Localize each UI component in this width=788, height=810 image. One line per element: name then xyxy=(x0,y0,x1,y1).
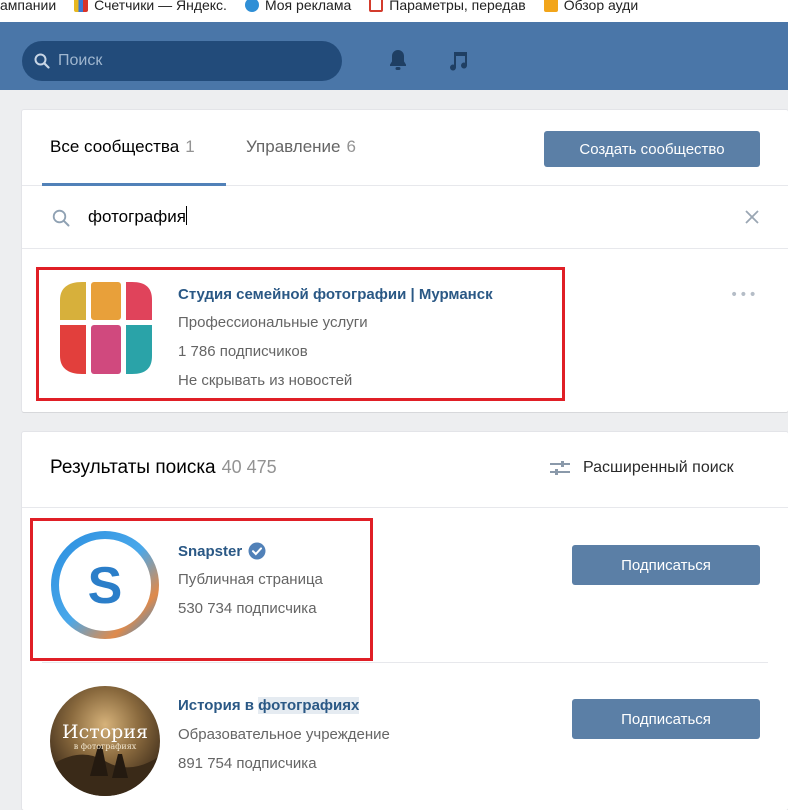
divider xyxy=(42,662,768,663)
global-search-placeholder: Поиск xyxy=(58,52,103,69)
more-actions-icon[interactable]: ••• xyxy=(730,287,758,303)
bookmark-campaigns[interactable]: ампании xyxy=(0,0,56,13)
advanced-search-button[interactable]: Расширенный поиск xyxy=(549,459,734,477)
top-header: Поиск xyxy=(0,22,788,90)
history-logo[interactable]: История в фотографиях xyxy=(50,686,160,796)
subscribe-button[interactable]: Подписаться xyxy=(572,699,760,739)
community-search-row: фотография xyxy=(22,187,788,249)
search-icon xyxy=(52,209,70,227)
bookmark-counters[interactable]: Счетчики — Яндекс. xyxy=(74,0,227,13)
history-subscribers[interactable]: 891 754 подписчика xyxy=(178,755,317,772)
bar-chart-icon xyxy=(74,0,89,12)
bookmarks-bar: ампании Счетчики — Яндекс. Моя реклама П… xyxy=(0,0,788,22)
global-search-input[interactable]: Поиск xyxy=(22,41,342,81)
history-category: Образовательное учреждение xyxy=(178,726,390,743)
bookmark-parameters[interactable]: Параметры, передав xyxy=(369,0,526,13)
community-tabs: Все сообщества 1 Управление 6 Создать сооб… xyxy=(22,110,788,186)
results-count: 40 475 xyxy=(221,457,277,477)
filter-sliders-icon xyxy=(550,461,570,475)
search-icon xyxy=(34,53,50,69)
tab-all-communities[interactable]: Все сообщества 1 xyxy=(50,137,195,157)
bell-icon[interactable] xyxy=(384,46,412,74)
active-tab-indicator xyxy=(42,183,226,186)
community-search-input[interactable]: фотография xyxy=(88,206,187,227)
globe-icon xyxy=(244,0,259,12)
bar-chart-icon xyxy=(543,0,558,12)
results-header: Результаты поиска 40 475 Расширенный поис… xyxy=(22,432,788,508)
bookmark-audience[interactable]: Обзор ауди xyxy=(543,0,638,13)
bookmark-my-ads[interactable]: Моя реклама xyxy=(244,0,351,13)
subscribe-button[interactable]: Подписаться xyxy=(572,545,760,585)
history-logo-title: История xyxy=(62,721,148,743)
create-community-button[interactable]: Создать сообщество xyxy=(544,131,760,167)
highlight-frame xyxy=(30,518,373,661)
highlight-frame xyxy=(36,267,565,401)
document-icon xyxy=(369,0,384,12)
music-icon[interactable] xyxy=(444,46,472,74)
history-title-link[interactable]: История в фотографиях xyxy=(178,697,360,714)
results-title: Результаты поиска 40 475 xyxy=(50,457,277,478)
history-logo-subtitle: в фотографиях xyxy=(74,742,137,751)
tab-management[interactable]: Управление 6 xyxy=(246,137,356,157)
close-icon[interactable] xyxy=(744,209,760,225)
